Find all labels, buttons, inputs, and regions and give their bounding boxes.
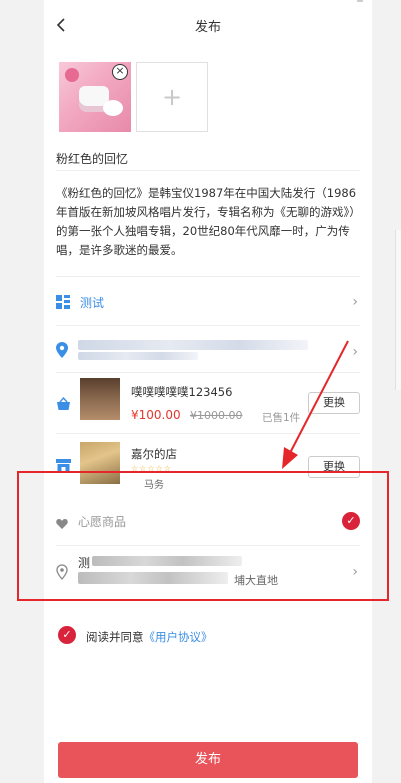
location-redacted-sub <box>78 352 198 360</box>
divider <box>56 276 360 277</box>
chevron-right-icon: › <box>352 294 358 310</box>
item-description[interactable]: 《粉红色的回忆》是韩宝仪1987年在中国大陆发行（1986年首版在新加坡风格唱片… <box>56 184 360 260</box>
topic-row[interactable]: 测试 › <box>44 290 372 314</box>
photo-flower <box>65 68 79 82</box>
scroll-edge <box>395 230 401 390</box>
product-original-price: ¥1000.00 <box>190 409 243 422</box>
product-name: 噗噗噗噗噗123456 <box>131 385 233 399</box>
add-photo-button[interactable]: + <box>136 62 208 132</box>
divider <box>56 325 360 326</box>
agreement-check-icon[interactable]: ✓ <box>58 626 76 644</box>
item-title[interactable]: 粉红色的回忆 <box>56 150 128 167</box>
topic-label: 测试 <box>80 296 105 310</box>
close-circle-icon[interactable]: × <box>112 64 128 80</box>
agreement-prefix: 阅读并同意 <box>86 630 144 644</box>
user-agreement-link[interactable]: 《用户协议》 <box>144 630 213 644</box>
annotation-highlight-box <box>17 471 389 601</box>
page-title: 发布 <box>194 20 221 35</box>
shopping-basket-icon <box>56 396 71 415</box>
shop-name: 嘉尔的店 <box>131 447 177 461</box>
agreement-row: ✓ 阅读并同意《用户协议》 <box>44 626 372 648</box>
product-thumbnail[interactable] <box>80 378 120 420</box>
product-price: ¥100.00 <box>131 408 181 422</box>
location-pin-icon <box>56 342 68 362</box>
publish-button[interactable]: 发布 <box>58 742 358 778</box>
annotation-arrow <box>282 340 349 469</box>
grid-icon <box>56 294 70 313</box>
agreement-text: 阅读并同意《用户协议》 <box>86 629 213 645</box>
divider <box>56 170 360 171</box>
status-indicator <box>357 0 363 2</box>
nav-header: 发布 <box>44 8 372 46</box>
photo-lid <box>103 100 123 116</box>
